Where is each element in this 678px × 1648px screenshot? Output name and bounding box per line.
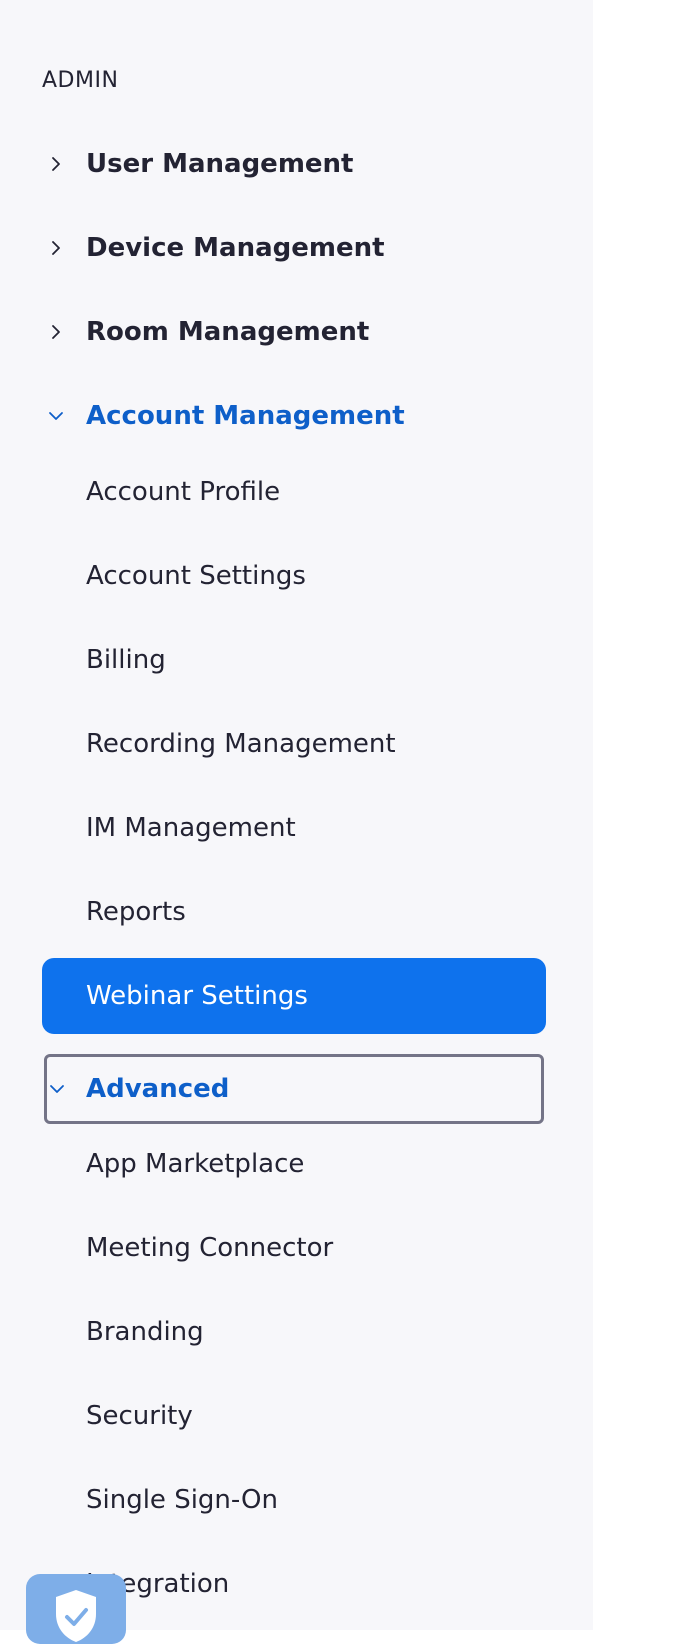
sidebar-item-label: Account Profile [86, 477, 281, 507]
sidebar-item-label: Recording Management [86, 729, 396, 759]
sidebar-item-app-marketplace[interactable]: App Marketplace [42, 1126, 546, 1202]
chevron-right-icon [48, 240, 64, 256]
sidebar-item-account-management[interactable]: Account Management [42, 378, 546, 454]
sidebar-item-advanced[interactable]: Advanced [44, 1054, 544, 1124]
sidebar-item-label: IM Management [86, 813, 296, 843]
sidebar-item-room-management[interactable]: Room Management [42, 294, 546, 370]
sidebar-item-label: Branding [86, 1317, 204, 1347]
sidebar-item-label: Account Management [86, 401, 405, 431]
sidebar-item-label: App Marketplace [86, 1149, 305, 1179]
sidebar-item-label: User Management [86, 149, 354, 179]
sidebar-item-device-management[interactable]: Device Management [42, 210, 546, 286]
sidebar-item-reports[interactable]: Reports [42, 874, 546, 950]
chevron-down-icon [48, 408, 64, 424]
sidebar-item-label: Reports [86, 897, 186, 927]
sidebar-item-label: Device Management [86, 233, 385, 263]
sidebar-item-user-management[interactable]: User Management [42, 126, 546, 202]
chevron-down-icon [49, 1081, 65, 1097]
sidebar-item-meeting-connector[interactable]: Meeting Connector [42, 1210, 546, 1286]
sidebar-item-security[interactable]: Security [42, 1378, 546, 1454]
sidebar-item-im-management[interactable]: IM Management [42, 790, 546, 866]
sidebar-item-label: Security [86, 1401, 193, 1431]
section-label-admin: ADMIN [42, 68, 119, 93]
chevron-right-icon [48, 156, 64, 172]
sidebar-item-account-settings[interactable]: Account Settings [42, 538, 546, 614]
sidebar-item-label: Single Sign-On [86, 1485, 278, 1515]
main-content [593, 0, 678, 1630]
sidebar-item-label: Billing [86, 645, 166, 675]
security-badge-button[interactable] [26, 1574, 126, 1644]
sidebar-item-label: Webinar Settings [86, 981, 308, 1011]
sidebar-item-branding[interactable]: Branding [42, 1294, 546, 1370]
chevron-right-icon [48, 324, 64, 340]
sidebar-item-billing[interactable]: Billing [42, 622, 546, 698]
sidebar-item-account-profile[interactable]: Account Profile [42, 454, 546, 530]
sidebar-item-label: Advanced [86, 1074, 230, 1104]
admin-sidebar: ADMIN User Management Device Management … [0, 0, 593, 1644]
sidebar-item-label: Meeting Connector [86, 1233, 334, 1263]
sidebar-item-recording-management[interactable]: Recording Management [42, 706, 546, 782]
sidebar-item-label: Room Management [86, 317, 370, 347]
sidebar-item-single-sign-on[interactable]: Single Sign-On [42, 1462, 546, 1538]
sidebar-item-webinar-settings[interactable]: Webinar Settings [42, 958, 546, 1034]
shield-check-icon [52, 1588, 100, 1648]
sidebar-item-label: Account Settings [86, 561, 306, 591]
